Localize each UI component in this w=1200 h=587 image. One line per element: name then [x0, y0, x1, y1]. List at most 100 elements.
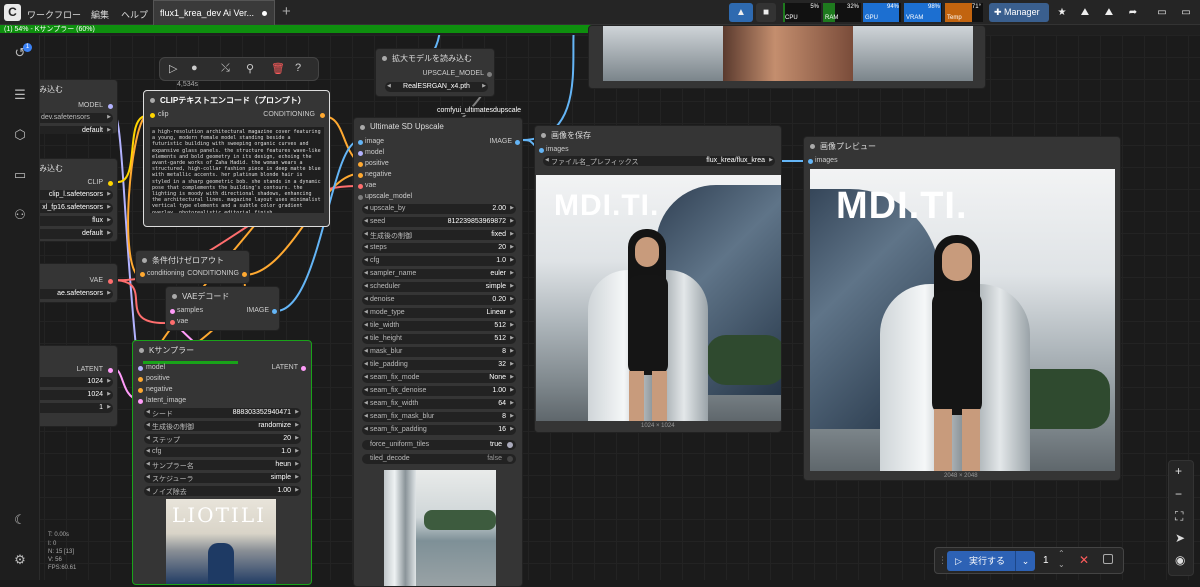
widget[interactable]: dev.safetensors	[33, 113, 113, 123]
widget-sampler[interactable]: sampler_nameeuler	[362, 269, 516, 279]
widget[interactable]: 1024	[33, 390, 113, 400]
cancel-icon[interactable]: ✕	[1079, 553, 1089, 567]
prompt-textarea[interactable]: a high-resolution architectural magazine…	[150, 127, 324, 213]
input-dot[interactable]	[138, 399, 143, 404]
manager-button[interactable]: ✚ Manager	[989, 3, 1049, 22]
pin-icon[interactable]: ⚲	[246, 62, 254, 75]
run-button[interactable]: ▷ 実行する ⌄	[947, 551, 1035, 571]
bookmark-icon[interactable]: ■	[756, 3, 776, 22]
bypass-icon[interactable]: ⤯	[221, 62, 230, 75]
widget-seed[interactable]: seed812239853969872	[362, 217, 516, 227]
queue-icon[interactable]: ▲	[729, 3, 753, 22]
select-mode-icon[interactable]: ➤	[1175, 531, 1185, 545]
menu-help[interactable]: ヘルプ	[121, 8, 148, 21]
node-upscale-model-loader[interactable]: 拡大モデルを読み込む UPSCALE_MODEL RealESRGAN_x4.p…	[375, 48, 495, 97]
decrement-icon[interactable]: ⌄	[1058, 560, 1065, 569]
panel-toggle-icon[interactable]: ▭	[1152, 3, 1172, 22]
input-dot[interactable]	[138, 377, 143, 382]
widget-tile-padding[interactable]: tile_padding32	[362, 360, 516, 370]
tab-workflow[interactable]: flux1_krea_dev Ai Ver...	[153, 0, 275, 25]
widget-control[interactable]: 生成後の制御fixed	[362, 230, 516, 240]
input-dot[interactable]	[170, 309, 175, 314]
play-icon[interactable]: ▷	[169, 62, 177, 75]
node-canvas[interactable]: ▷ ● ⤯ ⚲ 🗑 ? み込む MODEL dev.safetensors de…	[0, 25, 1200, 587]
node-ksampler[interactable]: Kサンプラー model positive negative latent_im…	[132, 340, 312, 585]
run-mode-chevron-icon[interactable]: ⌄	[1015, 551, 1035, 571]
input-dot[interactable]	[358, 162, 363, 167]
output-dot[interactable]	[108, 368, 113, 373]
output-dot[interactable]	[487, 72, 492, 77]
output-dot[interactable]	[320, 113, 325, 118]
templates-icon[interactable]: ⚇	[11, 206, 29, 224]
new-tab-plus-icon[interactable]: +	[282, 3, 291, 20]
input-dot[interactable]	[150, 113, 155, 118]
toggle-force-uniform-tiles[interactable]: force_uniform_tiles true	[362, 440, 516, 450]
input-dot[interactable]	[358, 184, 363, 189]
input-dot[interactable]	[138, 366, 143, 371]
output-dot[interactable]	[515, 140, 520, 145]
output-dot[interactable]	[108, 181, 113, 186]
node-preview-image[interactable]: 画像プレビュー images MDI.TI. 2048 × 2048	[803, 136, 1121, 481]
widget[interactable]: 1	[33, 403, 113, 413]
widget[interactable]: clip_l.safetensors	[33, 190, 113, 200]
theme-toggle-icon[interactable]: ☾	[11, 511, 29, 529]
widget-steps[interactable]: ステップ20	[144, 434, 301, 444]
widget-cfg[interactable]: cfg1.0	[362, 256, 516, 266]
drag-handle-icon[interactable]: ⋮	[938, 555, 947, 566]
widget-seam-fix-padding[interactable]: seam_fix_padding16	[362, 425, 516, 435]
input-dot[interactable]	[358, 140, 363, 145]
widget[interactable]: default	[33, 126, 113, 133]
zoom-out-icon[interactable]: −	[1175, 487, 1182, 501]
output-dot[interactable]	[108, 279, 113, 284]
widget-scheduler[interactable]: スケジューラsimple	[144, 473, 301, 483]
clear-queue-icon[interactable]	[1103, 554, 1113, 564]
input-dot[interactable]	[170, 320, 175, 325]
input-dot[interactable]	[358, 151, 363, 156]
widget-tile-height[interactable]: tile_height512	[362, 334, 516, 344]
color-picker-icon[interactable]: ●	[191, 62, 198, 74]
widget-steps[interactable]: steps20	[362, 243, 516, 253]
node-image-partial[interactable]	[588, 25, 986, 89]
model-download-icon[interactable]: ⛰	[1075, 3, 1095, 22]
increment-icon[interactable]: ⌃	[1058, 549, 1065, 558]
batch-count[interactable]: 1	[1043, 555, 1049, 566]
widget-seam-fix-mode[interactable]: seam_fix_modeNone	[362, 373, 516, 383]
share-icon[interactable]: ➦	[1123, 3, 1143, 22]
workflows-folder-icon[interactable]: ▭	[11, 166, 29, 184]
help-icon[interactable]: ?	[295, 62, 301, 74]
toggle-tiled-decode[interactable]: tiled_decode false	[362, 454, 516, 464]
widget[interactable]: default	[33, 229, 113, 239]
widget-seam-fix-denoise[interactable]: seam_fix_denoise1.00	[362, 386, 516, 396]
output-dot[interactable]	[108, 104, 113, 109]
widget-sampler[interactable]: サンプラー名heun	[144, 460, 301, 470]
input-dot[interactable]	[138, 388, 143, 393]
widget[interactable]: 1024	[33, 377, 113, 387]
filename-prefix-input[interactable]: ファイル名_プレフィックスflux_krea/flux_krea	[543, 156, 775, 166]
node-save-image[interactable]: 画像を保存 images ファイル名_プレフィックスflux_krea/flux…	[534, 125, 782, 433]
menu-edit[interactable]: 編集	[91, 8, 109, 21]
output-dot[interactable]	[242, 272, 247, 277]
widget-mask-blur[interactable]: mask_blur8	[362, 347, 516, 357]
output-dot[interactable]	[272, 309, 277, 314]
node-clip-text-encode[interactable]: CLIPテキストエンコード（プロンプト） clip CONDITIONING a…	[143, 90, 330, 227]
menu-workflow[interactable]: ワークフロー	[27, 8, 81, 21]
input-dot[interactable]	[808, 159, 813, 164]
model-select[interactable]: RealESRGAN_x4.pth	[385, 82, 488, 92]
output-dot[interactable]	[301, 366, 306, 371]
input-dot[interactable]	[539, 148, 544, 153]
widget-control[interactable]: 生成後の制御randomize	[144, 421, 301, 431]
widget-upscale-by[interactable]: upscale_by2.00	[362, 204, 516, 214]
delete-icon[interactable]: 🗑	[271, 62, 285, 75]
widget-mode-type[interactable]: mode_typeLinear	[362, 308, 516, 318]
model-library-icon[interactable]: ⬡	[11, 126, 29, 144]
zoom-in-icon[interactable]: +	[1175, 464, 1182, 478]
widget[interactable]: ae.safetensors	[33, 289, 113, 299]
input-dot[interactable]	[358, 195, 363, 200]
widget-scheduler[interactable]: schedulersimple	[362, 282, 516, 292]
widget-denoise[interactable]: denoise0.20	[362, 295, 516, 305]
node-library-icon[interactable]: ☰	[11, 86, 29, 104]
widget[interactable]: flux	[33, 216, 113, 226]
app-logo[interactable]: C	[4, 4, 21, 21]
bottom-panel-icon[interactable]: ▭	[1176, 3, 1196, 22]
widget-seam-fix-mask-blur[interactable]: seam_fix_mask_blur8	[362, 412, 516, 422]
